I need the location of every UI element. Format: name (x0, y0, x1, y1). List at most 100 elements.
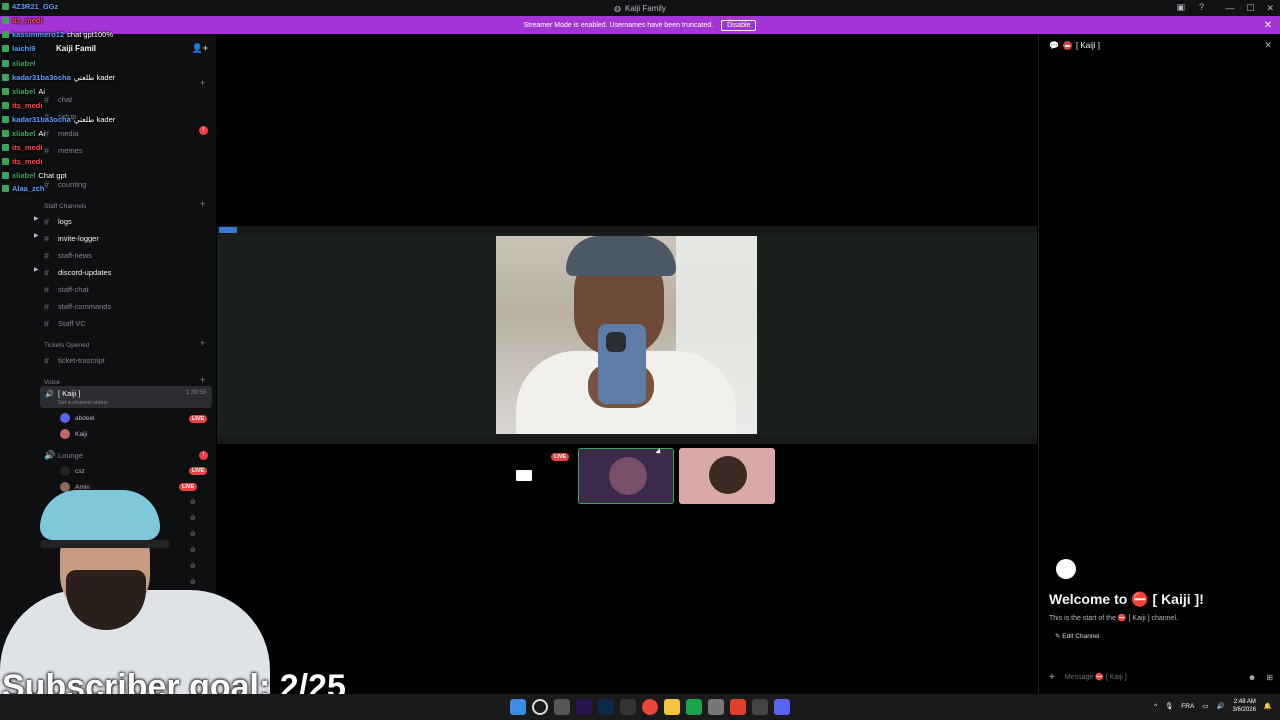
channel-item[interactable]: # memes (44, 143, 210, 158)
channel-item[interactable]: # ticket-trascript (44, 353, 210, 368)
server-name: Kaiji Famil (56, 43, 97, 53)
no-entry-icon (1062, 41, 1072, 50)
channel-label: invite-logger (58, 234, 99, 243)
server-header[interactable]: Kaiji Famil 👤+ (0, 38, 216, 58)
channel-item[interactable]: # Staff VC (44, 316, 210, 331)
phone-image (598, 324, 646, 404)
app-icon[interactable] (686, 699, 702, 715)
streamer-hairnet (40, 490, 160, 540)
channel-item[interactable]: # chat (44, 92, 210, 107)
brave-icon[interactable] (730, 699, 746, 715)
channel-label: logs (58, 217, 72, 226)
collapse-arrow-icon[interactable]: ▶ (34, 266, 39, 273)
language-indicator[interactable]: FRA (1181, 703, 1194, 710)
speaker-icon: 🔊 (44, 450, 56, 460)
disable-streamer-mode-button[interactable]: Disable (721, 19, 757, 31)
hash-icon: # (44, 301, 50, 312)
minimize-button[interactable]: — (1225, 3, 1234, 13)
apps-icon[interactable]: ⊞ (1266, 673, 1273, 682)
chat-bubble-icon: 💬 (1049, 41, 1059, 50)
screen-share-tile[interactable]: LIVE (476, 448, 572, 504)
mention-badge: ! (199, 126, 208, 135)
headset-icon (40, 540, 170, 548)
hash-icon: # (44, 216, 50, 227)
hash-icon: # (44, 355, 50, 366)
participant-tile[interactable] (578, 448, 674, 504)
add-channel-icon[interactable]: + (200, 338, 205, 348)
premiere-icon[interactable] (576, 699, 592, 715)
welcome-title: Welcome to ⛔ [ Kaiji ]! (1049, 591, 1204, 607)
channel-item[interactable]: # invite-logger (44, 231, 210, 246)
voice-user-abdeel[interactable]: abdeel (60, 411, 95, 425)
hash-icon: # (44, 233, 50, 244)
banner-close-icon[interactable]: ✕ (1264, 20, 1272, 31)
collapse-arrow-icon[interactable]: ▶ (34, 232, 39, 239)
emoji-icon[interactable]: ☻ (1248, 673, 1256, 682)
close-chat-icon[interactable]: ✕ (1264, 40, 1272, 51)
search-icon[interactable] (532, 699, 548, 715)
channel-item[interactable]: # setup (44, 109, 210, 124)
banner-text: Streamer Mode is enabled. Usernames have… (523, 21, 714, 29)
participant-tile[interactable] (679, 448, 775, 504)
obs-icon[interactable] (752, 699, 768, 715)
app-icon[interactable] (708, 699, 724, 715)
webcam-feed (496, 236, 757, 434)
channel-item[interactable]: # staff-news (44, 248, 210, 263)
inbox-icon[interactable]: ▣ (1176, 2, 1185, 13)
chat-panel-header: 💬 [ Kaiji ] (1049, 41, 1100, 50)
live-badge: LIVE (551, 453, 570, 461)
chrome-icon[interactable] (642, 699, 658, 715)
category-header[interactable]: Staff Channels (44, 203, 87, 210)
channel-item[interactable]: # discord-updates (44, 265, 210, 280)
volume-icon[interactable]: 🔊 (1216, 702, 1224, 710)
voice-channel-kaiji[interactable]: 🔊 [ Kaiji ] 1:39:59 Set a channel status (40, 386, 212, 408)
network-icon[interactable]: ▭ (1202, 702, 1208, 710)
edit-channel-button[interactable]: ✎ Edit Channel (1055, 632, 1100, 640)
channel-label: memes (58, 146, 83, 155)
collapse-arrow-icon[interactable]: ▶ (34, 215, 39, 222)
add-channel-icon[interactable]: + (200, 375, 205, 385)
category-header[interactable]: Voice (44, 379, 60, 386)
voice-channel-lounge[interactable]: 🔊 Lounge (44, 448, 210, 463)
maximize-button[interactable]: ☐ (1246, 3, 1254, 14)
avatar (60, 466, 70, 476)
voice-channel-status[interactable]: Set a channel status (58, 400, 108, 406)
microphone-icon[interactable]: 🎙 (1165, 702, 1173, 710)
channel-item[interactable]: # staff-commands (44, 299, 210, 314)
voice-user-name: Kaiji (75, 430, 88, 438)
channel-item[interactable]: # logs (44, 214, 210, 229)
hash-icon: # (44, 250, 50, 261)
message-input[interactable]: + Message ⛔ [ Kaiji ] ☻ ⊞ (1049, 668, 1273, 686)
channel-item[interactable]: # media (44, 126, 210, 141)
channel-item[interactable]: # staff-chat (44, 282, 210, 297)
chevron-up-icon[interactable]: ^ (1154, 703, 1157, 710)
category-header[interactable]: Tickets Opened (44, 342, 89, 349)
task-view-icon[interactable] (554, 699, 570, 715)
help-icon[interactable]: ? (1199, 2, 1204, 13)
screen-share-stream[interactable] (217, 226, 1037, 444)
file-explorer-icon[interactable] (664, 699, 680, 715)
person-cap (566, 236, 676, 276)
discord-icon[interactable] (774, 699, 790, 715)
close-button[interactable]: ✕ (1266, 3, 1274, 14)
windows-start-icon[interactable] (510, 699, 526, 715)
voice-user-kaiji[interactable]: Kaiji (60, 427, 87, 441)
add-channel-icon[interactable]: + (200, 78, 205, 88)
app-icon[interactable] (620, 699, 636, 715)
photoshop-icon[interactable] (598, 699, 614, 715)
attach-plus-icon[interactable]: + (1049, 672, 1055, 683)
clock[interactable]: 2:48 AM 3/6/2026 (1233, 698, 1256, 714)
channel-label: staff-chat (58, 285, 89, 294)
stream-toolbar (217, 226, 1037, 234)
hash-icon: # (44, 318, 50, 329)
hash-icon: # (44, 128, 50, 139)
channel-item[interactable]: # counting (44, 177, 210, 192)
voice-user-csz[interactable]: csz (60, 464, 85, 478)
hash-icon: # (44, 267, 50, 278)
channel-label: chat (58, 95, 73, 104)
notification-icon[interactable]: 🔔 (1264, 702, 1272, 710)
live-badge: LIVE (189, 415, 208, 423)
add-channel-icon[interactable]: + (200, 199, 205, 209)
hash-icon: # (44, 145, 50, 156)
invite-people-icon[interactable]: 👤+ (192, 43, 208, 54)
